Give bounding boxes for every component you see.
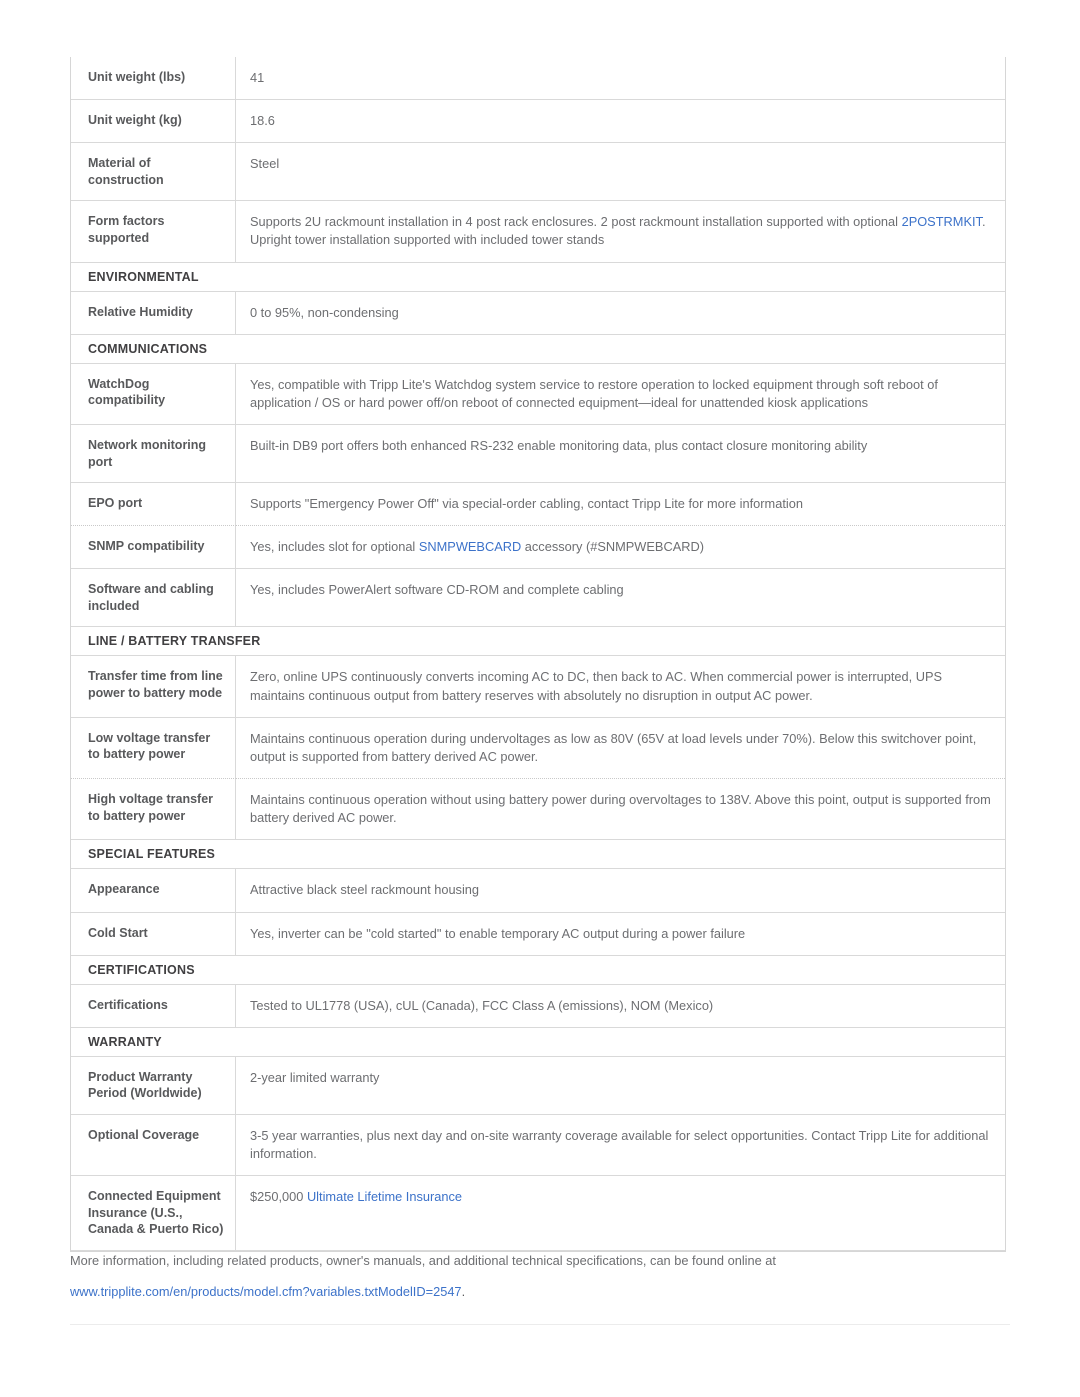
spec-label: Relative Humidity: [71, 291, 236, 335]
spec-label: Form factors supported: [71, 201, 236, 263]
table-row: Software and cabling included Yes, includ…: [71, 569, 1005, 628]
spec-value: Zero, online UPS continuously converts i…: [236, 656, 1005, 718]
spec-label: Unit weight (kg): [71, 100, 236, 144]
spec-value: 3-5 year warranties, plus next day and o…: [236, 1115, 1005, 1177]
spec-value: Supports 2U rackmount installation in 4 …: [236, 201, 1005, 263]
table-row: Appearance Attractive black steel rackmou…: [71, 869, 1005, 913]
spec-value: 2-year limited warranty: [236, 1057, 1005, 1115]
table-row: Cold Start Yes, inverter can be "cold sta…: [71, 912, 1005, 956]
table-row: Unit weight (kg) 18.6: [71, 100, 1005, 144]
spec-label: Unit weight (lbs): [71, 57, 236, 101]
table-row: High voltage transfer to battery power Ma…: [71, 779, 1005, 841]
table-row: Low voltage transfer to battery power Mai…: [71, 717, 1005, 780]
spec-label: Low voltage transfer to battery power: [71, 717, 236, 780]
spec-label: High voltage transfer to battery power: [71, 779, 236, 841]
spec-value-link[interactable]: SNMPWEBCARD: [419, 539, 521, 554]
spec-value: Yes, inverter can be "cold started" to e…: [236, 913, 1005, 956]
spec-value-text: $250,000: [250, 1189, 307, 1205]
section-header: SPECIAL FEATURES: [71, 840, 1005, 870]
table-row: Optional Coverage 3-5 year warranties, pl…: [71, 1114, 1005, 1177]
spec-label: Certifications: [71, 984, 236, 1028]
section-header: ENVIRONMENTAL: [71, 263, 1005, 292]
section-header: LINE / BATTERY TRANSFER: [71, 627, 1005, 657]
spec-label: Network monitoring port: [71, 425, 236, 484]
spec-label: Material of construction: [71, 143, 236, 202]
section-header: COMMUNICATIONS: [71, 335, 1005, 364]
footer-info-text: More information, including related prod…: [70, 1253, 776, 1268]
spec-value-text-suffix: accessory (#SNMPWEBCARD): [521, 539, 704, 555]
spec-value: Yes, includes PowerAlert software CD-ROM…: [236, 569, 1005, 628]
table-row: Relative Humidity 0 to 95%, non-condensin…: [71, 291, 1005, 335]
specification-page: Unit weight (lbs) 41 Unit weight (kg) 18.6 M…: [0, 0, 1080, 1397]
spec-label: EPO port: [71, 483, 236, 527]
table-row: SNMP compatibility Yes, includes slot for…: [71, 526, 1005, 570]
spec-label: WatchDog compatibility: [71, 363, 236, 426]
spec-value-text: Supports 2U rackmount installation in 4 …: [250, 214, 902, 230]
spec-value: Supports "Emergency Power Off" via speci…: [236, 483, 1005, 527]
spec-label: Product Warranty Period (Worldwide): [71, 1056, 236, 1115]
specifications-table: Unit weight (lbs) 41 Unit weight (kg) 18.6 M…: [70, 57, 1006, 1252]
spec-label: Cold Start: [71, 912, 236, 956]
table-row: Material of construction Steel: [71, 143, 1005, 202]
section-header: CERTIFICATIONS: [71, 956, 1005, 985]
table-row: Transfer time from line power to battery…: [71, 656, 1005, 718]
spec-value: Built-in DB9 port offers both enhanced R…: [236, 425, 1005, 484]
spec-value: 18.6: [236, 100, 1005, 144]
table-row: Network monitoring port Built-in DB9 port…: [71, 425, 1005, 484]
spec-label: Connected Equipment Insurance (U.S., Can…: [71, 1176, 236, 1251]
footer-link-suffix: .: [461, 1283, 466, 1299]
spec-label: Transfer time from line power to battery…: [71, 656, 236, 718]
spec-value-text: Yes, includes slot for optional: [250, 539, 419, 555]
spec-value: Yes, compatible with Tripp Lite's Watchd…: [236, 364, 1005, 426]
table-row: Connected Equipment Insurance (U.S., Can…: [71, 1176, 1005, 1251]
spec-value-link[interactable]: Ultimate Lifetime Insurance: [307, 1189, 462, 1204]
spec-value: $250,000 Ultimate Lifetime Insurance: [236, 1176, 1005, 1251]
spec-value: Steel: [236, 143, 1005, 202]
spec-label: Optional Coverage: [71, 1114, 236, 1177]
spec-value: Yes, includes slot for optional SNMPWEBC…: [236, 526, 1005, 570]
spec-value: Tested to UL1778 (USA), cUL (Canada), FC…: [236, 985, 1005, 1028]
product-page-link[interactable]: www.tripplite.com/en/products/model.cfm?…: [70, 1284, 462, 1299]
spec-value: Maintains continuous operation during un…: [236, 718, 1005, 780]
table-row: WatchDog compatibility Yes, compatible wi…: [71, 363, 1005, 426]
spec-label: Software and cabling included: [71, 569, 236, 628]
section-header: WARRANTY: [71, 1028, 1005, 1057]
table-row: Unit weight (lbs) 41: [71, 57, 1005, 101]
spec-label: Appearance: [71, 869, 236, 913]
footer-link-line: www.tripplite.com/en/products/model.cfm?…: [70, 1283, 1010, 1302]
spec-value: Maintains continuous operation without u…: [236, 779, 1005, 841]
spec-value: 41: [236, 57, 1005, 101]
footer-divider: [70, 1324, 1010, 1325]
table-row: EPO port Supports "Emergency Power Off" v…: [71, 483, 1005, 527]
table-row: Certifications Tested to UL1778 (USA), cU…: [71, 984, 1005, 1028]
spec-value-link[interactable]: 2POSTRMKIT: [902, 214, 982, 229]
table-row: Form factors supported Supports 2U rackmo…: [71, 201, 1005, 263]
spec-label: SNMP compatibility: [71, 526, 236, 570]
spec-value: 0 to 95%, non-condensing: [236, 292, 1005, 335]
spec-value: Attractive black steel rackmount housing: [236, 869, 1005, 913]
table-row: Product Warranty Period (Worldwide) 2-yea…: [71, 1056, 1005, 1115]
page-footer: More information, including related prod…: [70, 1252, 1010, 1301]
